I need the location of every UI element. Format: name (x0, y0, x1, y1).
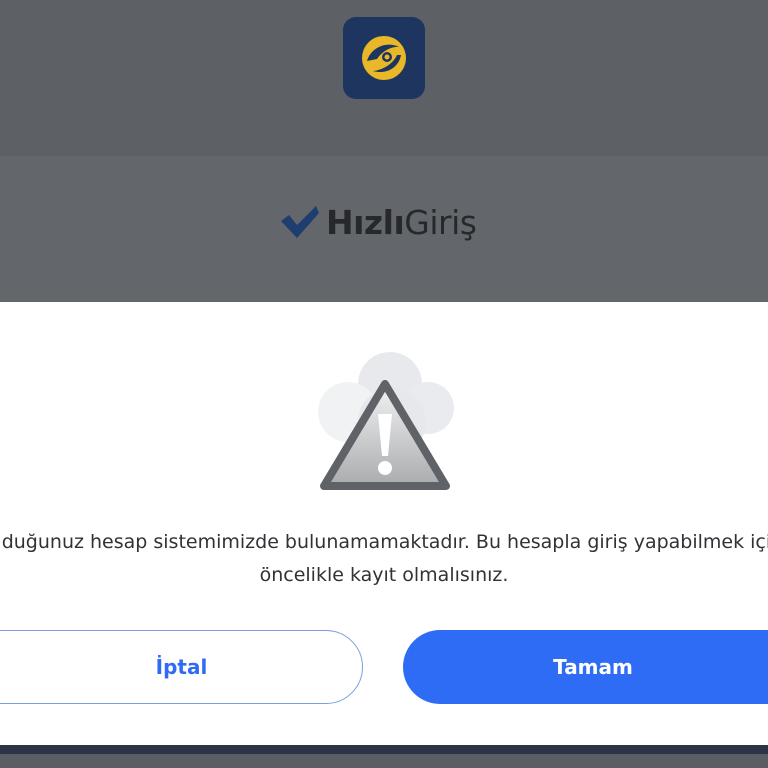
turkcell-logo-icon (343, 17, 425, 99)
header-band (0, 0, 768, 156)
check-icon (281, 206, 319, 238)
bottom-area (0, 754, 768, 768)
brand-light-text: Giriş (404, 202, 477, 242)
warning-triangle-icon (318, 352, 454, 490)
brand-bold-text: Hızlı (326, 202, 405, 242)
alert-message: olduğunuz hesap sistemimizde bulunamamak… (0, 526, 768, 592)
ok-button[interactable]: Tamam (403, 630, 768, 704)
alert-message-line-2: öncelikle kayıt olmalısınız. (259, 564, 509, 586)
hizli-giris-logo: Hızlı Giriş (280, 196, 477, 248)
bottom-divider (0, 745, 768, 754)
cancel-button[interactable]: İptal (0, 630, 363, 704)
alert-dialog: olduğunuz hesap sistemimizde bulunamamak… (0, 302, 768, 745)
screen: Hızlı Giriş olduğunuz hesap sistemimizde … (0, 0, 768, 768)
alert-message-line-1: olduğunuz hesap sistemimizde bulunamamak… (0, 531, 768, 553)
